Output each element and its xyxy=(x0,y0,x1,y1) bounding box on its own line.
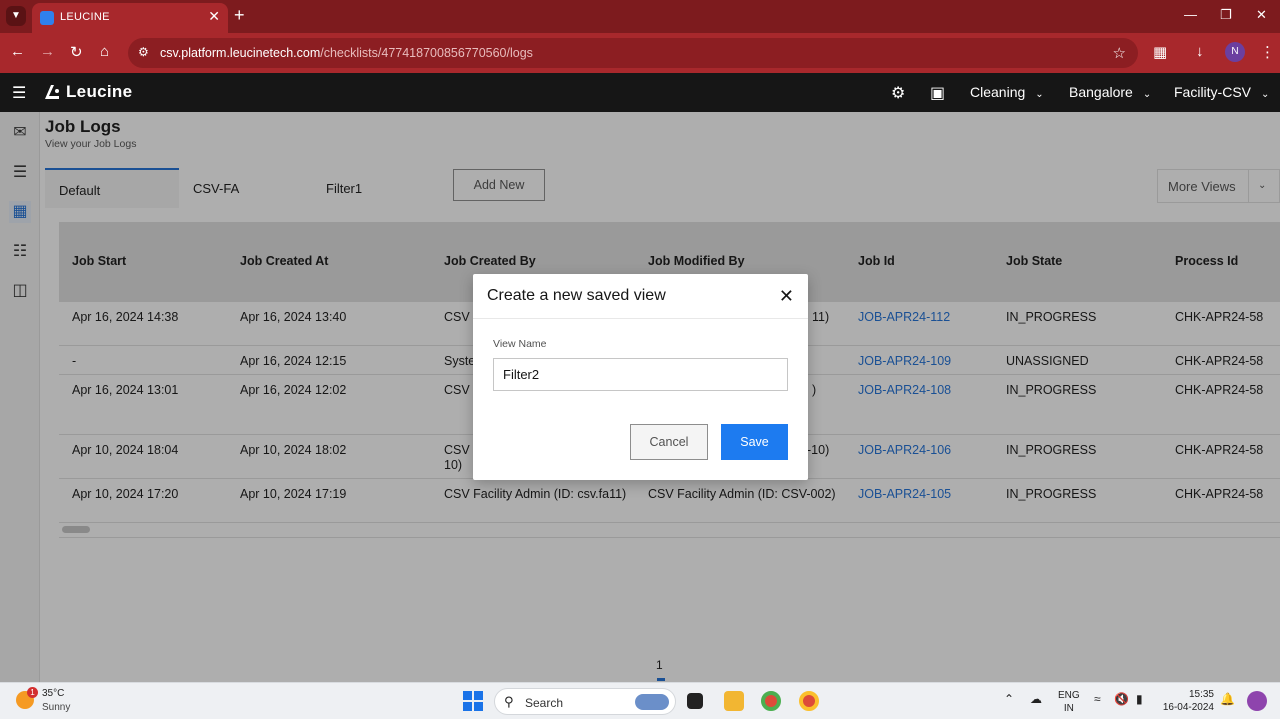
os-taskbar: 1 35°C Sunny ⚲ Search ⌃ ☁ ENG IN ≈ 🔇 ▮ 15… xyxy=(0,682,1280,719)
back-icon[interactable]: ← xyxy=(10,43,25,60)
url-field[interactable]: ⚙ csv.platform.leucinetech.com/checklist… xyxy=(128,38,1138,68)
volume-mute-icon[interactable]: 🔇 xyxy=(1114,692,1129,706)
logo-text: Leucine xyxy=(66,82,133,101)
site-dropdown[interactable]: Bangalore ⌄ xyxy=(1069,84,1151,100)
close-icon[interactable]: ✕ xyxy=(779,286,794,307)
save-view-modal: Create a new saved view ✕ View Name Canc… xyxy=(473,274,808,480)
settings-gear-icon[interactable]: ⚙ xyxy=(891,83,905,103)
url-host: csv.platform.leucinetech.com xyxy=(160,46,321,60)
facility-dropdown[interactable]: Facility-CSV ⌄ xyxy=(1174,84,1269,100)
cancel-button[interactable]: Cancel xyxy=(630,424,708,460)
use-case-label: Cleaning xyxy=(970,84,1026,100)
browser-address-bar: ← → ↻ ⌂ ⚙ csv.platform.leucinetech.com/c… xyxy=(0,33,1280,73)
profile-avatar[interactable]: N xyxy=(1225,42,1245,62)
tab-title: LEUCINE xyxy=(60,11,110,23)
search-highlight-image xyxy=(635,694,669,710)
chevron-down-icon: ⌄ xyxy=(1142,89,1152,100)
bookmark-star-icon[interactable]: ☆ xyxy=(1113,44,1126,62)
chrome-profile-icon[interactable] xyxy=(799,691,819,711)
weather-temp[interactable]: 35°C xyxy=(42,688,64,699)
weather-badge: 1 xyxy=(27,687,38,698)
view-name-input[interactable] xyxy=(493,358,788,391)
restore-icon[interactable]: ❐ xyxy=(1220,7,1232,23)
copilot-icon[interactable] xyxy=(1247,691,1267,711)
search-icon: ⚲ xyxy=(504,694,514,709)
chrome-icon[interactable] xyxy=(761,691,781,711)
view-name-label: View Name xyxy=(493,338,547,350)
tab-search-chevron-icon[interactable]: ▼ xyxy=(6,6,26,26)
leucine-favicon-icon xyxy=(40,11,54,25)
window-close-icon[interactable]: ✕ xyxy=(1256,7,1267,23)
search-label: Search xyxy=(525,696,564,710)
browser-tab-bar: ▼ LEUCINE ✕ + — ❐ ✕ xyxy=(0,0,1280,33)
app-header: ☰ Leucine ⚙ ▣ Cleaning ⌄ Bangalore ⌄ Facil… xyxy=(0,73,1280,112)
browser-menu-icon[interactable]: ⋮ xyxy=(1260,43,1275,61)
save-button[interactable]: Save xyxy=(721,424,788,460)
battery-icon[interactable]: ▮ xyxy=(1136,692,1143,706)
site-label: Bangalore xyxy=(1069,84,1133,100)
notification-bell-icon[interactable]: 🔔 xyxy=(1220,692,1235,706)
weather-condition[interactable]: Sunny xyxy=(42,702,70,713)
system-clock[interactable]: 15:35 16-04-2024 xyxy=(1162,688,1214,714)
windows-start-icon[interactable] xyxy=(463,691,483,711)
use-case-dropdown[interactable]: Cleaning ⌄ xyxy=(970,84,1044,100)
extensions-icon[interactable]: ▦ xyxy=(1153,43,1167,61)
clock-date: 16-04-2024 xyxy=(1162,702,1214,713)
tray-chevron-up-icon[interactable]: ⌃ xyxy=(1004,692,1014,706)
url-text: csv.platform.leucinetech.com/checklists/… xyxy=(160,46,533,60)
cloud-icon[interactable]: ☁ xyxy=(1030,692,1042,706)
hamburger-menu-icon[interactable]: ☰ xyxy=(12,83,26,103)
chevron-down-icon: ⌄ xyxy=(1035,89,1044,100)
file-explorer-icon[interactable] xyxy=(724,691,744,711)
forward-icon[interactable]: → xyxy=(40,43,55,60)
browser-tab[interactable]: LEUCINE ✕ xyxy=(32,3,228,33)
home-icon[interactable]: ⌂ xyxy=(100,43,109,60)
scan-icon[interactable]: ▣ xyxy=(930,83,945,103)
taskbar-search[interactable]: ⚲ Search xyxy=(494,688,676,715)
download-icon[interactable]: ↓ xyxy=(1196,43,1204,60)
close-tab-icon[interactable]: ✕ xyxy=(208,8,220,25)
modal-title: Create a new saved view xyxy=(487,287,666,304)
clock-time: 15:35 xyxy=(1188,689,1214,700)
url-path: /checklists/477418700856770560/logs xyxy=(320,46,533,60)
modal-divider xyxy=(473,318,808,319)
leucine-logo-icon xyxy=(45,85,59,99)
new-tab-icon[interactable]: + xyxy=(234,5,245,26)
language-code: ENG xyxy=(1058,690,1080,701)
minimize-icon[interactable]: — xyxy=(1184,7,1197,22)
task-view-icon[interactable] xyxy=(687,693,703,709)
site-info-icon[interactable]: ⚙ xyxy=(138,45,149,59)
facility-label: Facility-CSV xyxy=(1174,84,1252,100)
language-indicator[interactable]: ENG IN xyxy=(1058,689,1080,715)
chevron-down-icon: ⌄ xyxy=(1261,89,1270,100)
language-region: IN xyxy=(1063,703,1074,714)
wifi-icon[interactable]: ≈ xyxy=(1094,692,1101,706)
reload-icon[interactable]: ↻ xyxy=(70,43,83,61)
